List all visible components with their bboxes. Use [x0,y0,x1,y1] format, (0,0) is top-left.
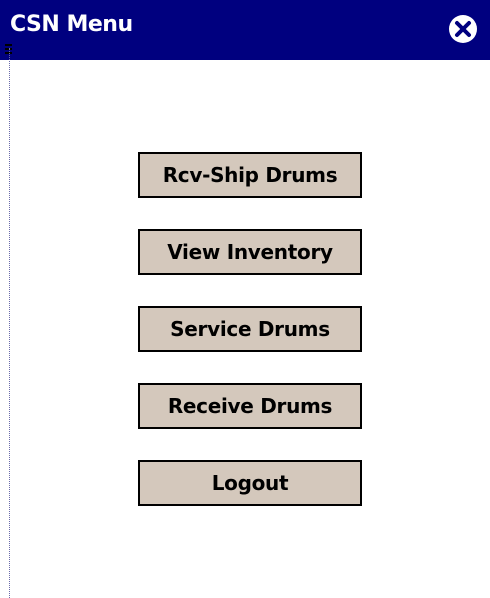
window-title: CSN Menu [10,12,133,37]
title-bar: CSN Menu [0,0,490,60]
rcv-ship-drums-button[interactable]: Rcv-Ship Drums [138,152,362,198]
service-drums-button[interactable]: Service Drums [138,306,362,352]
close-circle-icon [449,15,477,43]
main-menu: Rcv-Ship Drums View Inventory Service Dr… [138,152,362,537]
csn-menu-window: CSN Menu Rcv-Ship Drums View Inventory S… [0,0,490,598]
view-inventory-button[interactable]: View Inventory [138,229,362,275]
window-left-border [9,48,10,598]
close-button[interactable] [448,14,478,44]
receive-drums-button[interactable]: Receive Drums [138,383,362,429]
logout-button[interactable]: Logout [138,460,362,506]
